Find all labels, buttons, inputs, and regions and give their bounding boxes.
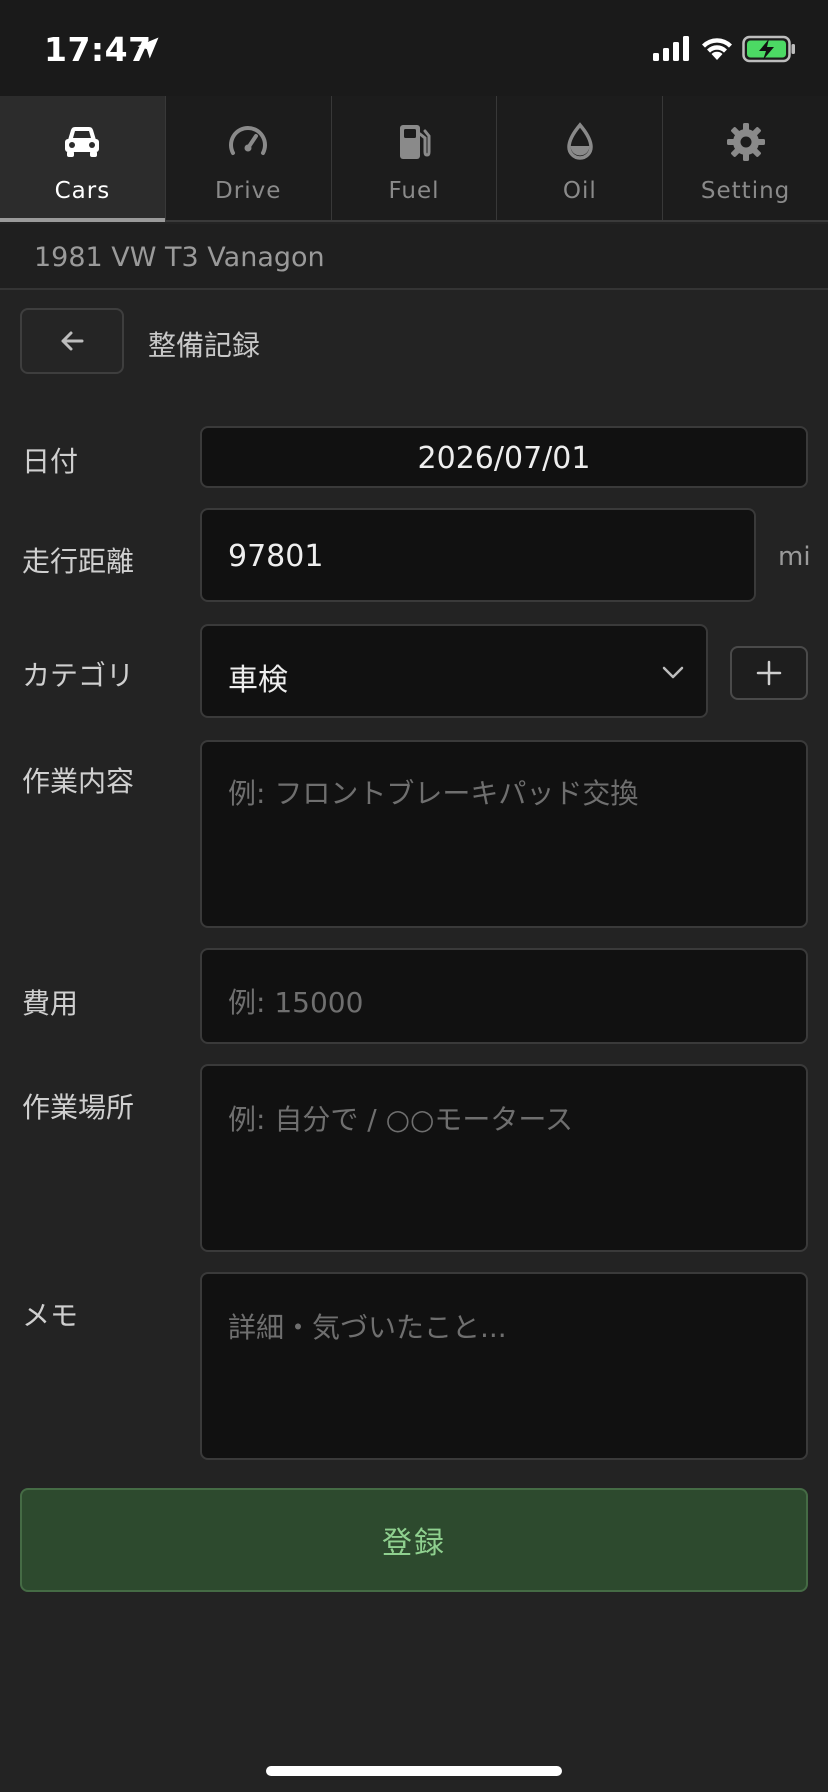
cellular-signal-icon	[653, 36, 689, 61]
location-arrow-icon	[137, 37, 159, 59]
tab-label: Fuel	[388, 178, 440, 204]
battery-charging-icon	[742, 35, 795, 63]
date-field[interactable]: 2026/07/01	[200, 426, 808, 488]
plus-icon	[756, 660, 782, 686]
memo-textarea[interactable]: 詳細・気づいたこと...	[200, 1272, 808, 1460]
gear-icon	[726, 123, 765, 161]
tab-label: Cars	[54, 178, 111, 204]
speedometer-icon	[229, 126, 268, 155]
date-label: 日付	[22, 445, 79, 478]
tab-label: Oil	[562, 178, 597, 204]
mileage-input[interactable]: 97801	[200, 508, 756, 602]
tab-cars[interactable]: Cars	[0, 96, 166, 222]
work-placeholder: 例: フロントブレーキパッド交換	[228, 777, 639, 810]
page-title: 整備記録	[148, 329, 261, 362]
tab-label: Setting	[700, 178, 791, 204]
back-button[interactable]	[20, 308, 124, 374]
car-icon	[65, 127, 100, 157]
category-label: カテゴリ	[22, 659, 135, 692]
add-category-button[interactable]	[730, 646, 808, 700]
car-header: 1981 VW T3 Vanagon	[0, 224, 828, 290]
mileage-unit: mi	[778, 542, 811, 572]
tab-label: Drive	[215, 178, 282, 204]
car-name: 1981 VW T3 Vanagon	[34, 242, 325, 273]
work-textarea[interactable]: 例: フロントブレーキパッド交換	[200, 740, 808, 928]
place-placeholder: 例: 自分で / ○○モータース	[228, 1103, 574, 1136]
place-label: 作業場所	[22, 1091, 135, 1124]
register-button-label: 登録	[382, 1526, 446, 1561]
category-value: 車検	[228, 663, 288, 698]
tab-bar: Cars Drive Fuel Oil Setting	[0, 96, 828, 222]
memo-placeholder: 詳細・気づいたこと...	[228, 1311, 507, 1344]
date-value: 2026/07/01	[417, 441, 591, 476]
register-button[interactable]: 登録	[20, 1488, 808, 1592]
wifi-icon	[702, 38, 732, 60]
cost-label: 費用	[22, 987, 79, 1020]
cost-input[interactable]: 例: 15000	[200, 948, 808, 1044]
cost-placeholder: 例: 15000	[228, 986, 364, 1019]
work-label: 作業内容	[22, 765, 135, 798]
memo-label: メモ	[22, 1299, 79, 1332]
mileage-value: 97801	[228, 539, 324, 574]
place-textarea[interactable]: 例: 自分で / ○○モータース	[200, 1064, 808, 1252]
arrow-left-icon	[61, 331, 84, 351]
tab-fuel[interactable]: Fuel	[332, 96, 498, 220]
tab-setting[interactable]: Setting	[663, 96, 828, 220]
tab-drive[interactable]: Drive	[166, 96, 332, 220]
home-indicator[interactable]	[266, 1766, 562, 1776]
tab-oil[interactable]: Oil	[497, 96, 664, 220]
oil-drop-icon	[567, 122, 593, 160]
chevron-down-icon	[662, 666, 684, 679]
category-select[interactable]: 車検	[200, 624, 708, 718]
fuel-pump-icon	[399, 125, 431, 159]
mileage-label: 走行距離	[22, 545, 135, 578]
status-bar: 17:47	[0, 0, 828, 96]
